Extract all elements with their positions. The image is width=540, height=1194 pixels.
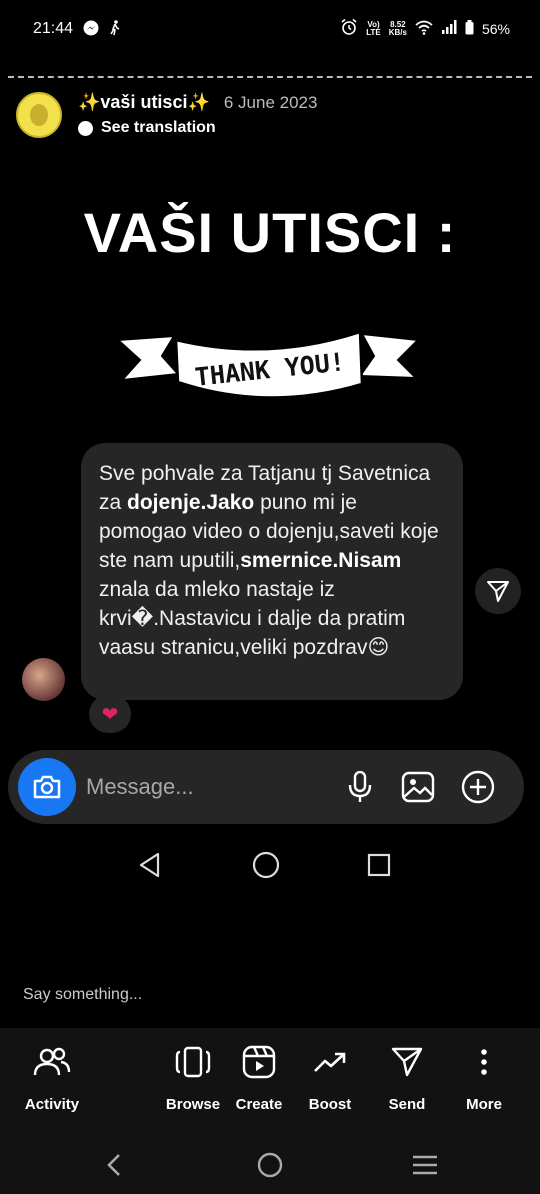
message-bubble: Sve pohvale za Tatjanu tj Savetnica za d… [81, 443, 463, 700]
activity-label: Activity [24, 1096, 80, 1113]
send-label: Send [388, 1096, 426, 1113]
forward-message-button[interactable] [475, 568, 521, 614]
recents-button[interactable] [405, 1145, 445, 1185]
browse-icon [175, 1042, 211, 1082]
boost-label: Boost [308, 1096, 352, 1113]
recents-icon [413, 1155, 437, 1175]
embedded-home-icon [246, 845, 286, 885]
heart-reaction[interactable]: ❤ [89, 695, 131, 733]
account-avatar[interactable] [16, 92, 62, 138]
status-time: 21:44 [33, 20, 74, 37]
message-input[interactable] [86, 770, 326, 804]
message-composer [8, 750, 524, 824]
home-button[interactable] [250, 1145, 290, 1185]
embedded-recents-icon [359, 845, 399, 885]
reels-icon [242, 1042, 276, 1082]
see-translation-label: See translation [101, 119, 216, 136]
more-button[interactable]: More [444, 1042, 524, 1113]
walking-icon [109, 20, 121, 39]
wifi-icon [415, 20, 433, 38]
post-date: 6 June 2023 [223, 93, 318, 112]
account-name[interactable]: ✨vaši utisci✨ [78, 92, 210, 113]
send-button[interactable]: Send [367, 1042, 447, 1113]
battery-percent: 56% [481, 20, 510, 37]
alarm-icon [340, 18, 358, 39]
create-button[interactable]: Create [219, 1042, 299, 1113]
microphone-button[interactable] [342, 769, 378, 805]
story-progress-bar [8, 76, 532, 80]
browse-label: Browse [165, 1096, 221, 1113]
camera-icon [33, 775, 61, 799]
camera-button[interactable] [18, 758, 76, 816]
microphone-icon [348, 771, 372, 802]
battery-icon [465, 19, 474, 38]
signal-icon [441, 20, 457, 37]
embedded-nav-bar [0, 845, 540, 887]
back-button[interactable] [94, 1145, 134, 1185]
see-translation-button[interactable]: See translation [78, 119, 317, 137]
status-bar: 21:44 Vo) LTE 8.52 KB/s 56% [0, 0, 540, 60]
create-label: Create [235, 1096, 283, 1113]
gallery-button[interactable] [400, 769, 436, 805]
plus-circle-icon [461, 770, 495, 804]
reply-input[interactable]: Say something... [23, 986, 142, 1004]
people-icon [33, 1042, 71, 1082]
story-title: VAŠI UTISCI : [83, 201, 457, 264]
boost-button[interactable]: Boost [290, 1042, 370, 1113]
messenger-icon [83, 20, 99, 39]
more-icon [480, 1042, 488, 1082]
send-icon [487, 581, 509, 602]
image-icon [401, 771, 435, 803]
embedded-back-icon [130, 845, 170, 885]
network-speed: 8.52 KB/s [388, 19, 407, 37]
activity-button[interactable]: Activity [12, 1042, 92, 1113]
send-icon [391, 1042, 423, 1082]
volte-indicator: Vo) LTE [366, 19, 381, 37]
more-label: More [466, 1096, 502, 1113]
home-icon [257, 1152, 283, 1178]
system-nav-bar [0, 1145, 540, 1185]
sender-avatar[interactable] [22, 658, 65, 701]
translate-icon [78, 120, 93, 136]
add-button[interactable] [460, 769, 496, 805]
back-icon [107, 1154, 120, 1176]
thank-you-ribbon: THANK YOU! [115, 330, 421, 399]
story-header: ✨vaši utisci✨ 6 June 2023 See translatio… [16, 92, 317, 138]
trending-icon [313, 1042, 347, 1082]
